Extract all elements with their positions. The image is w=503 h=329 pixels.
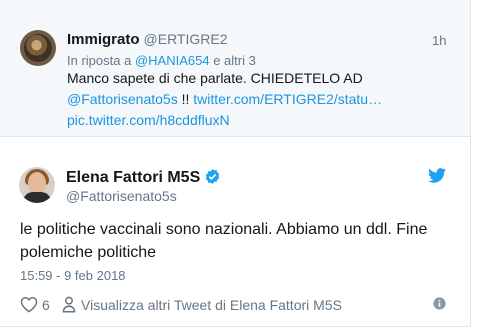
tweet-embed-card: Immigrato @ERTIGRE2 1h In riposta a @HANI…: [0, 0, 471, 327]
info-icon[interactable]: [433, 297, 446, 313]
replying-to: In riposta a @HANIA654 e altri 3: [67, 53, 256, 68]
author-name[interactable]: Elena Fattori M5S: [66, 169, 200, 186]
author-handle[interactable]: @Fattorisenato5s: [66, 188, 177, 204]
reply-text-line: pic.twitter.com/h8cddfluxN: [67, 111, 230, 129]
like-count[interactable]: 6: [42, 297, 50, 313]
reply-text-line: @Fattorisenato5s !! twitter.com/ERTIGRE2…: [67, 90, 382, 108]
tweet-timestamp[interactable]: 15:59 - 9 feb 2018: [20, 268, 126, 283]
verified-badge-icon: [204, 168, 221, 190]
reply-timestamp[interactable]: 1h: [432, 33, 446, 48]
reply-author[interactable]: Immigrato @ERTIGRE2: [67, 31, 228, 48]
tweet-text-line: polemiche politiche: [20, 244, 157, 261]
more-tweets-link[interactable]: Visualizza altri Tweet di Elena Fattori …: [81, 297, 342, 313]
reply-author-handle[interactable]: @ERTIGRE2: [144, 31, 228, 47]
reply-author-name[interactable]: Immigrato: [67, 31, 140, 48]
status-link[interactable]: twitter.com/ERTIGRE2/statu…: [193, 91, 382, 107]
reply-tweet[interactable]: Immigrato @ERTIGRE2 1h In riposta a @HANI…: [0, 0, 470, 137]
reply-text-fragment: !!: [181, 91, 190, 107]
pic-link[interactable]: pic.twitter.com/h8cddfluxN: [67, 112, 230, 128]
twitter-bird-icon[interactable]: [428, 168, 446, 188]
replying-prefix: In riposta a: [67, 53, 132, 68]
heart-icon[interactable]: [20, 296, 38, 316]
mention-link[interactable]: @Fattorisenato5s: [67, 91, 178, 107]
avatar[interactable]: [19, 167, 55, 203]
replying-mention-link[interactable]: @HANIA654: [135, 53, 210, 68]
person-icon[interactable]: [62, 296, 76, 316]
reply-text-line: Manco sapete di che parlate. CHIEDETELO …: [67, 70, 363, 86]
tweet-text-line: le politiche vaccinali sono nazionali. A…: [20, 221, 428, 238]
author[interactable]: Elena Fattori M5S: [66, 168, 221, 190]
avatar[interactable]: [20, 30, 56, 66]
replying-suffix[interactable]: e altri 3: [213, 53, 256, 68]
